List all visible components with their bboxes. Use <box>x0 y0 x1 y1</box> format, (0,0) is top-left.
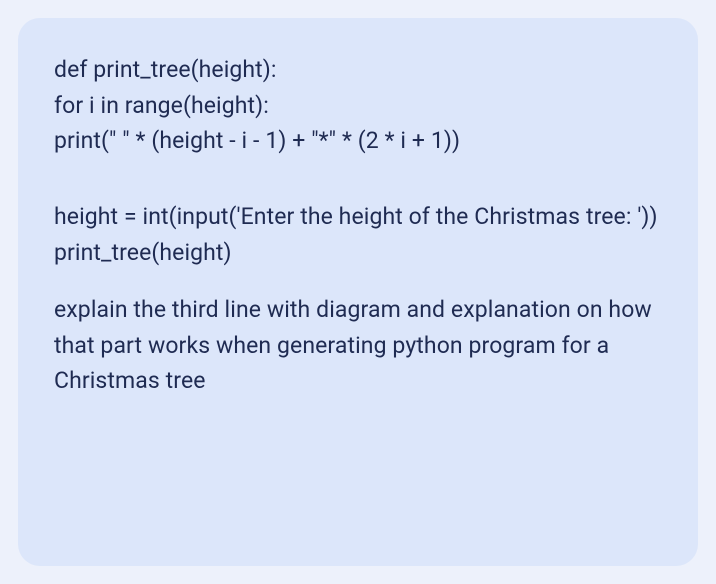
spacer <box>54 159 662 199</box>
code-line-3: print(" " * (height - i - 1) + "*" * (2 … <box>54 123 662 159</box>
code-line-1: def print_tree(height): <box>54 52 662 88</box>
code-line-4: height = int(input('Enter the height of … <box>54 199 662 235</box>
spacer <box>54 270 662 292</box>
code-line-2: for i in range(height): <box>54 88 662 124</box>
page: def print_tree(height): for i in range(h… <box>0 0 716 584</box>
content-card: def print_tree(height): for i in range(h… <box>18 18 698 566</box>
question-text: explain the third line with diagram and … <box>54 292 662 399</box>
code-line-5: print_tree(height) <box>54 235 662 271</box>
